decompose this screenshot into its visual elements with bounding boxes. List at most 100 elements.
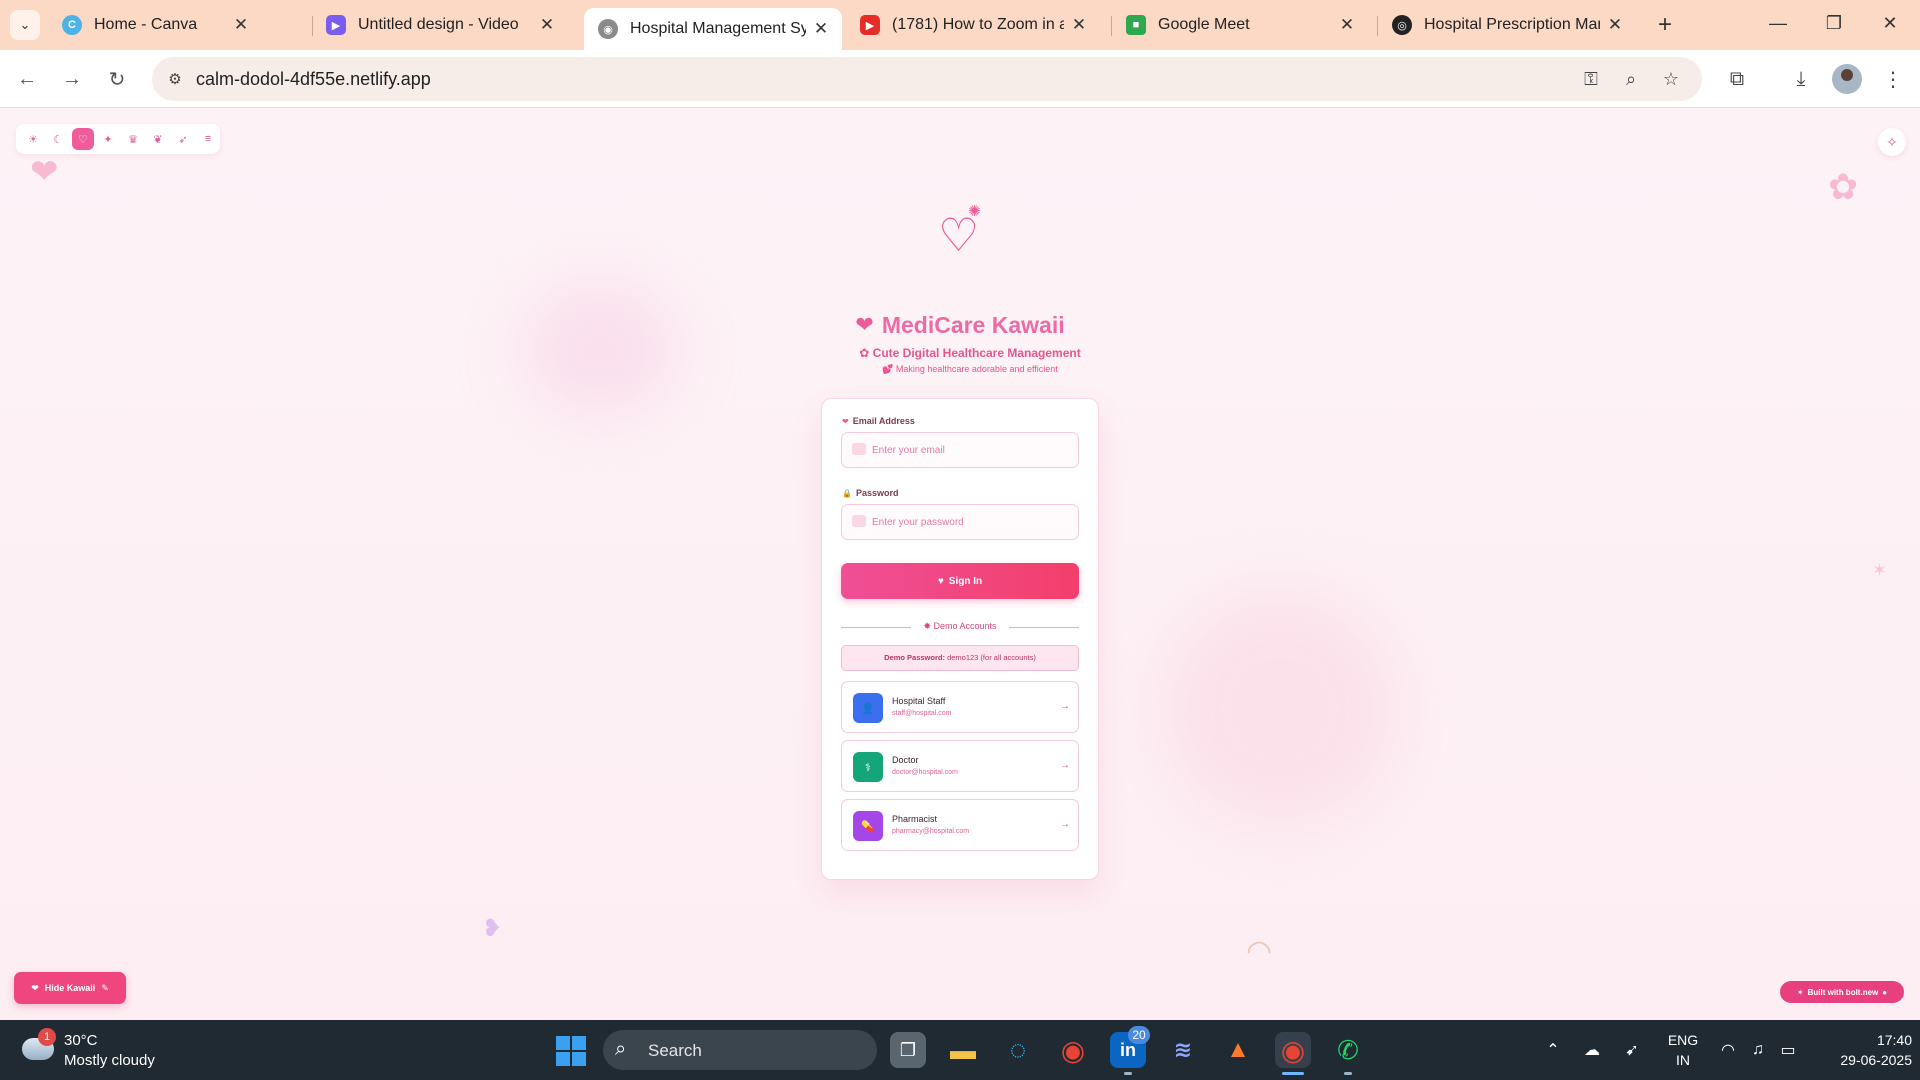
system-clock[interactable]: 17:40 29-06-2025 [1812, 1030, 1912, 1070]
minimize-button[interactable]: — [1758, 8, 1798, 38]
chevron-up-icon[interactable]: ⌃ [1541, 1038, 1565, 1062]
reload-button[interactable]: ↻ [102, 64, 132, 94]
sparkle-toggle-button[interactable]: ✧ [1878, 128, 1906, 156]
tab-video[interactable]: ▶ Untitled design - Video ✕ [312, 8, 568, 42]
zoom-icon[interactable]: ⌕ [1616, 64, 1646, 94]
brand: ❤ MediCare Kawaii [850, 310, 1070, 340]
heart-icon[interactable]: ♡ [72, 128, 94, 150]
language-region: IN [1676, 1052, 1690, 1068]
close-icon[interactable]: ✕ [1338, 15, 1356, 35]
demo-account-staff[interactable]: 👤 Hospital Staff staff@hospital.com → [841, 681, 1079, 733]
bolt-badge[interactable]: ✶ Built with bolt.new ● [1780, 981, 1904, 1003]
profile-avatar[interactable] [1832, 64, 1862, 94]
butterfly-icon: ❥ [482, 915, 503, 942]
site-info-icon[interactable]: ⚙ [160, 64, 190, 94]
new-tab-button[interactable]: + [1650, 10, 1680, 40]
running-indicator [1124, 1072, 1132, 1075]
browser-toolbar: ← → ↻ ⚙ calm-dodol-4df55e.netlify.app ⚿ … [0, 50, 1920, 108]
crown-icon[interactable]: ♛ [122, 128, 144, 150]
demo-account-pharmacist[interactable]: 💊 Pharmacist pharmacy@hospital.com → [841, 799, 1079, 851]
close-icon[interactable]: ✕ [1070, 15, 1088, 35]
tab-title: Hospital Management Syst [630, 20, 806, 37]
battery-icon[interactable]: ▭ [1776, 1038, 1800, 1062]
restore-button[interactable]: ❐ [1814, 8, 1854, 38]
heart-icon: ♥ [937, 575, 944, 587]
arrow-right-icon: → [62, 67, 82, 90]
sign-in-button[interactable]: ♥ Sign In [841, 563, 1079, 599]
email-field[interactable] [841, 432, 1079, 468]
more-menu-icon[interactable]: ⋮ [1878, 64, 1908, 94]
tab-canva[interactable]: C Home - Canva ✕ [48, 8, 262, 42]
sun-icon[interactable]: ☀ [22, 128, 44, 150]
password-input[interactable] [872, 505, 1072, 539]
taskbar-search[interactable]: ⌕ Search [603, 1030, 877, 1070]
close-icon[interactable]: ✕ [232, 15, 250, 35]
close-window-button[interactable]: ✕ [1870, 8, 1910, 38]
close-icon[interactable]: ✕ [538, 15, 556, 35]
close-icon[interactable]: ✕ [812, 19, 830, 39]
tab-hospital-management[interactable]: ◉ Hospital Management Syst ✕ [584, 8, 842, 50]
password-field[interactable] [841, 504, 1079, 540]
windows-logo-pane [572, 1052, 586, 1066]
tab-title: (1781) How to Zoom in an [892, 16, 1064, 33]
download-icon[interactable]: ⤓ [1786, 64, 1816, 94]
hide-kawaii-button[interactable]: ❤ Hide Kawaii ✎ [14, 972, 126, 1004]
tab-title: Home - Canva [94, 16, 198, 33]
chrome-icon[interactable]: ◉ [1055, 1032, 1091, 1068]
url-text[interactable]: calm-dodol-4df55e.netlify.app [196, 69, 431, 90]
address-bar[interactable]: ⚙ calm-dodol-4df55e.netlify.app ⚿ ⌕ ☆ [152, 57, 1702, 101]
tagline: ✿ Cute Digital Healthcare Management [859, 346, 1081, 360]
staff-avatar-icon: 👤 [853, 693, 883, 723]
background-blob [1160, 588, 1400, 828]
menu-icon[interactable]: ≡ [197, 128, 219, 150]
globe-icon: ◉ [598, 19, 618, 39]
close-icon[interactable]: ✕ [1606, 15, 1624, 35]
wifi-icon[interactable]: ◠ [1716, 1038, 1740, 1062]
forward-button[interactable]: → [57, 64, 87, 94]
demo-password-note: Demo Password: demo123 (for all accounts… [841, 645, 1079, 671]
dot-icon: ● [1882, 987, 1888, 997]
tab-youtube[interactable]: ▶ (1781) How to Zoom in an ✕ [846, 8, 1100, 42]
sparkle-icon[interactable]: ✦ [97, 128, 119, 150]
heart-icon: ❤ [855, 312, 874, 337]
bookmark-star-icon[interactable]: ☆ [1656, 64, 1686, 94]
onedrive-icon[interactable]: ☁ [1580, 1038, 1604, 1062]
heart-icon: ❤ [842, 416, 849, 426]
tab-prescription[interactable]: ◎ Hospital Prescription Man ✕ [1378, 8, 1636, 42]
file-explorer-icon[interactable]: ▬ [945, 1032, 981, 1068]
chrome-profile-icon[interactable]: ◉ [1275, 1032, 1311, 1068]
back-button[interactable]: ← [12, 64, 42, 94]
reload-icon: ↻ [108, 68, 126, 91]
matlab-icon[interactable]: ▲ [1220, 1032, 1256, 1068]
moon-icon[interactable]: ☾ [47, 128, 69, 150]
app-stream-icon[interactable]: ≋ [1165, 1032, 1201, 1068]
arrow-right-icon: → [1060, 760, 1070, 771]
email-input[interactable] [872, 433, 1072, 467]
language-indicator[interactable]: ENG IN [1666, 1030, 1700, 1070]
brand-title: MediCare Kawaii [881, 311, 1065, 338]
volume-icon[interactable]: ♫ [1746, 1038, 1770, 1062]
task-view-icon[interactable]: ❐ [890, 1032, 926, 1068]
weather-condition: Mostly cloudy [64, 1052, 155, 1069]
whatsapp-icon[interactable]: ✆ [1330, 1032, 1366, 1068]
windows-taskbar: 1 30°C Mostly cloudy ⌕ Search ❐ ▬ ◌ ◉ in… [0, 1020, 1920, 1080]
tab-google-meet[interactable]: ■ Google Meet ✕ [1112, 8, 1368, 42]
extensions-icon[interactable]: ⧉ [1722, 64, 1752, 94]
leaf-icon[interactable]: ❦ [147, 128, 169, 150]
tab-title: Google Meet [1158, 16, 1250, 33]
tab-search-button[interactable]: ⌄ [10, 10, 40, 40]
plus-icon: + [1657, 11, 1672, 38]
flower-icon: ✿ [1828, 166, 1859, 207]
weather-widget[interactable]: 1 30°C Mostly cloudy [20, 1028, 180, 1072]
windows-logo-pane [572, 1036, 586, 1050]
demo-account-doctor[interactable]: ⚕ Doctor doctor@hospital.com → [841, 740, 1079, 792]
password-key-icon[interactable]: ⚿ [1576, 64, 1606, 94]
pill-icon: 💊 [853, 811, 883, 841]
edge-icon[interactable]: ◌ [1000, 1032, 1036, 1068]
subtagline: 💕 Making healthcare adorable and efficie… [882, 364, 1058, 374]
start-button[interactable] [556, 1036, 586, 1066]
location-icon[interactable]: ➹ [1620, 1038, 1644, 1062]
rocket-icon[interactable]: ➶ [172, 128, 194, 150]
email-label: ❤ Email Address [842, 416, 915, 426]
account-email: doctor@hospital.com [892, 769, 958, 776]
